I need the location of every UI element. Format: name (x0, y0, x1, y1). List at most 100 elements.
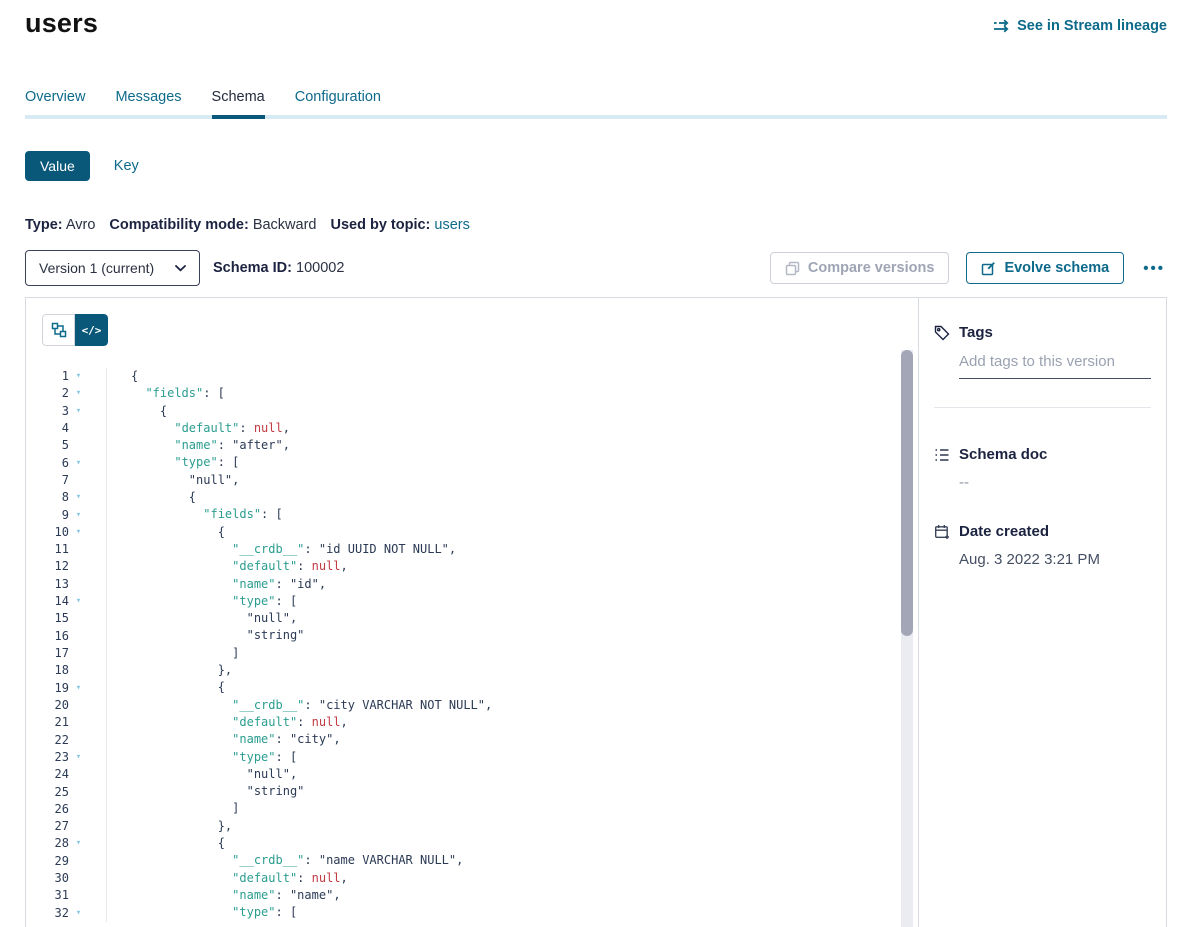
code-line[interactable]: "name": "name", (107, 887, 918, 904)
fold-toggle-icon[interactable]: ▾ (69, 680, 88, 697)
date-created-title: Date created (959, 523, 1049, 540)
line-number: 32 (26, 905, 69, 922)
code-line[interactable]: ] (107, 645, 918, 662)
code-line[interactable]: "name": "after", (107, 437, 918, 454)
fold-toggle-icon[interactable]: ▾ (69, 905, 88, 922)
fold-toggle-icon[interactable]: ▾ (69, 835, 88, 852)
evolve-schema-button[interactable]: Evolve schema (966, 252, 1124, 284)
fold-toggle-icon[interactable]: ▾ (69, 403, 88, 420)
tab-configuration[interactable]: Configuration (295, 89, 381, 115)
code-line[interactable]: "default": null, (107, 558, 918, 575)
code-line[interactable]: "__crdb__": "id UUID NOT NULL", (107, 541, 918, 558)
code-line[interactable]: { (107, 489, 918, 506)
tab-messages[interactable]: Messages (115, 89, 181, 115)
schema-doc-value: -- (959, 474, 1151, 491)
topic-link[interactable]: users (434, 217, 469, 233)
code-lines[interactable]: {"fields": [{"default": null,"name": "af… (107, 368, 918, 922)
evolve-schema-label: Evolve schema (1004, 260, 1109, 276)
code-view-button[interactable]: </> (75, 314, 108, 346)
see-in-stream-lineage-link[interactable]: See in Stream lineage (993, 18, 1167, 34)
tab-overview[interactable]: Overview (25, 89, 85, 115)
code-line[interactable]: "__crdb__": "name VARCHAR NULL", (107, 852, 918, 869)
code-line[interactable]: { (107, 835, 918, 852)
code-line[interactable]: "name": "city", (107, 731, 918, 748)
tags-input[interactable] (959, 349, 1151, 379)
compare-versions-button[interactable]: Compare versions (770, 252, 950, 284)
value-toggle-button[interactable]: Value (25, 151, 90, 181)
line-number: 21 (26, 714, 69, 731)
fold-toggle-icon (69, 870, 88, 887)
code-line[interactable]: "null", (107, 610, 918, 627)
tags-section: Tags (934, 324, 1151, 408)
date-created-value: Aug. 3 2022 3:21 PM (959, 551, 1151, 568)
code-line[interactable]: { (107, 679, 918, 696)
line-number: 24 (26, 766, 69, 783)
line-number: 28 (26, 835, 69, 852)
line-number: 2 (26, 385, 69, 402)
code-line[interactable]: }, (107, 662, 918, 679)
fold-toggle-icon[interactable]: ▾ (69, 489, 88, 506)
schema-panels: </> 1▾2▾3▾456▾78▾9▾10▾11121314▾151617181… (25, 297, 1167, 927)
fold-toggle-icon[interactable]: ▾ (69, 385, 88, 402)
code-line[interactable]: "fields": [ (107, 506, 918, 523)
line-number: 12 (26, 558, 69, 575)
schema-meta: Type: Avro Compatibility mode: Backward … (25, 217, 1167, 233)
fold-toggle-icon[interactable]: ▾ (69, 749, 88, 766)
tab-schema[interactable]: Schema (212, 89, 265, 115)
version-bar: Version 1 (current) Schema ID: 100002 Co… (25, 250, 1167, 286)
fold-toggle-icon[interactable]: ▾ (69, 455, 88, 472)
more-options-button[interactable]: ••• (1141, 260, 1167, 277)
code-view-icon: </> (82, 324, 102, 337)
fold-toggle-icon (69, 818, 88, 835)
line-number: 3 (26, 403, 69, 420)
line-number: 17 (26, 645, 69, 662)
meta-type-value: Avro (66, 217, 96, 233)
code-line[interactable]: "default": null, (107, 870, 918, 887)
fold-toggle-icon (69, 576, 88, 593)
schema-sidebar: Tags Schema doc -- (919, 298, 1166, 927)
line-number: 29 (26, 853, 69, 870)
code-line[interactable]: "default": null, (107, 420, 918, 437)
fold-toggle-icon[interactable]: ▾ (69, 507, 88, 524)
code-line[interactable]: { (107, 403, 918, 420)
line-number: 27 (26, 818, 69, 835)
code-line[interactable]: }, (107, 818, 918, 835)
code-line[interactable]: "type": [ (107, 454, 918, 471)
code-line[interactable]: "type": [ (107, 593, 918, 610)
code-line[interactable]: "default": null, (107, 714, 918, 731)
code-line[interactable]: { (107, 524, 918, 541)
line-number: 20 (26, 697, 69, 714)
fold-toggle-icon[interactable]: ▾ (69, 524, 88, 541)
code-line[interactable]: { (107, 368, 918, 385)
code-line[interactable]: "__crdb__": "city VARCHAR NOT NULL", (107, 697, 918, 714)
code-line[interactable]: "type": [ (107, 904, 918, 921)
tree-view-button[interactable] (42, 314, 75, 346)
code-line[interactable]: "string" (107, 627, 918, 644)
code-line[interactable]: "type": [ (107, 749, 918, 766)
code-line[interactable]: "fields": [ (107, 385, 918, 402)
line-number: 30 (26, 870, 69, 887)
code-line[interactable]: "null", (107, 766, 918, 783)
schema-editor: </> 1▾2▾3▾456▾78▾9▾10▾11121314▾151617181… (26, 298, 919, 927)
code-line[interactable]: ] (107, 800, 918, 817)
editor-scrollbar-thumb[interactable] (901, 350, 913, 636)
schema-id: Schema ID: 100002 (213, 260, 344, 276)
line-number: 18 (26, 662, 69, 679)
code-line[interactable]: "null", (107, 472, 918, 489)
stream-lineage-label: See in Stream lineage (1017, 18, 1167, 34)
version-select[interactable]: Version 1 (current) (25, 250, 200, 286)
fold-toggle-icon (69, 887, 88, 904)
line-number: 8 (26, 489, 69, 506)
schema-doc-title: Schema doc (959, 446, 1047, 463)
fold-toggle-icon[interactable]: ▾ (69, 593, 88, 610)
code-line[interactable]: "string" (107, 783, 918, 800)
tag-icon (934, 325, 950, 341)
code-line[interactable]: "name": "id", (107, 576, 918, 593)
compare-versions-icon (785, 261, 800, 276)
fold-toggle-icon[interactable]: ▾ (69, 368, 88, 385)
fold-toggle-icon (69, 853, 88, 870)
key-toggle-link[interactable]: Key (114, 158, 139, 174)
meta-type-label: Type: (25, 217, 63, 233)
fold-toggle-icon (69, 662, 88, 679)
fold-toggle-icon (69, 610, 88, 627)
